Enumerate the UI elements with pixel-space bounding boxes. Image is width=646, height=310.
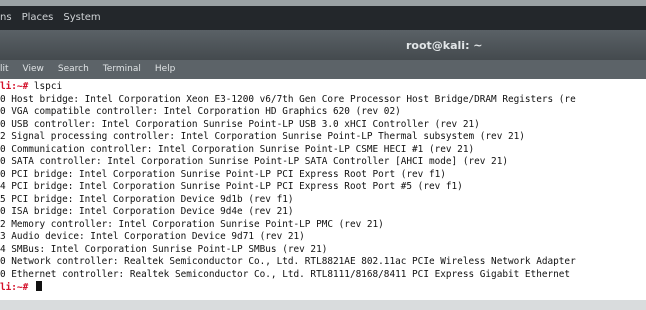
menu-items: lit View Search Terminal Help xyxy=(0,64,175,74)
output-line: 2 Signal processing controller: Intel Co… xyxy=(0,131,525,142)
shell-prompt: li:~# xyxy=(0,81,29,92)
output-line: 0 VGA compatible controller: Intel Corpo… xyxy=(0,106,401,117)
shell-prompt: li:~# xyxy=(0,282,29,293)
panel-menu-places[interactable]: Places xyxy=(22,12,54,23)
output-line: 4 SMBus: Intel Corporation Sunrise Point… xyxy=(0,243,328,255)
terminal-content: li:~# lspci 0 Host bridge: Intel Corpora… xyxy=(0,81,646,295)
top-panel: ns Places System xyxy=(0,6,646,30)
menu-help[interactable]: Help xyxy=(155,64,176,74)
output-line: 0 PCI bridge: Intel Corporation Sunrise … xyxy=(0,168,446,180)
output-line: 0 Communication controller: Intel Corpor… xyxy=(0,143,475,155)
output-line: 0 SATA controller: Intel Corporation Sun… xyxy=(0,156,508,167)
panel-menu-system[interactable]: System xyxy=(63,12,100,23)
panel-menu-applications[interactable]: ns xyxy=(0,12,12,23)
menu-terminal[interactable]: Terminal xyxy=(103,64,141,74)
panel-menu: ns Places System xyxy=(0,12,101,23)
typed-command: lspci xyxy=(33,81,63,92)
terminal-menu-bar: lit View Search Terminal Help xyxy=(0,60,646,79)
output-line: 2 Memory controller: Intel Corporation S… xyxy=(0,218,384,230)
menu-view[interactable]: View xyxy=(23,64,44,74)
terminal-area[interactable]: li:~# lspci 0 Host bridge: Intel Corpora… xyxy=(0,79,646,310)
output-line: 0 Network controller: Realtek Semiconduc… xyxy=(0,256,576,267)
command-line: li:~# lspci xyxy=(0,81,646,94)
window-title-bar[interactable]: root@kali: ~ xyxy=(0,30,646,60)
output-line: 0 Ethernet controller: Realtek Semicondu… xyxy=(0,268,571,280)
output-line: 4 PCI bridge: Intel Corporation Sunrise … xyxy=(0,181,463,192)
output-line: 0 Host bridge: Intel Corporation Xeon E3… xyxy=(0,93,576,105)
window-bottom-edge xyxy=(0,300,646,310)
output-line: 3 Audio device: Intel Corporation Device… xyxy=(0,231,305,242)
output-line: 0 USB controller: Intel Corporation Sunr… xyxy=(0,118,480,130)
window-title: root@kali: ~ xyxy=(406,39,483,52)
output-line: 5 PCI bridge: Intel Corporation Device 9… xyxy=(0,193,294,205)
menu-search[interactable]: Search xyxy=(58,64,89,74)
text-cursor xyxy=(35,281,42,291)
final-prompt-line: li:~# xyxy=(0,281,646,295)
output-line: 0 ISA bridge: Intel Corporation Device 9… xyxy=(0,206,294,217)
desktop-screen: ns Places System root@kali: ~ lit View S… xyxy=(0,0,646,310)
menu-edit[interactable]: lit xyxy=(0,64,9,74)
